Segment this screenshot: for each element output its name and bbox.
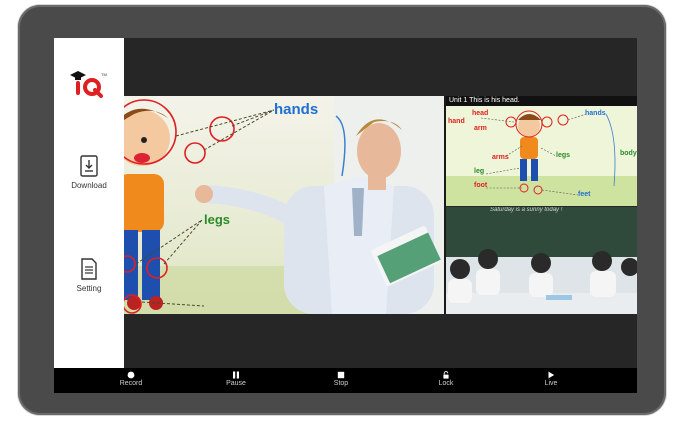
stop-label: Stop — [333, 380, 349, 387]
download-button[interactable]: Download — [54, 155, 124, 190]
download-label: Download — [71, 181, 107, 190]
teacher-video: hands legs — [124, 96, 444, 314]
setting-label: Setting — [76, 284, 102, 293]
stop-icon — [337, 371, 345, 379]
rlabel-hand: hand — [448, 118, 465, 125]
live-label: Live — [544, 380, 558, 387]
live-button[interactable]: Live — [521, 371, 581, 387]
record-label: Record — [119, 380, 143, 387]
pause-label: Pause — [226, 380, 246, 387]
control-bar: Record Pause Stop Lock Live — [54, 368, 637, 393]
rlabel-arms: arms — [492, 154, 509, 161]
label-legs: legs — [204, 212, 230, 227]
sidebar: TM Download Setting — [54, 38, 124, 368]
download-icon — [80, 155, 98, 177]
setting-button[interactable]: Setting — [54, 258, 124, 293]
lock-button[interactable]: Lock — [416, 371, 476, 387]
classroom-video: Saturday is a sunny today ! — [446, 207, 637, 314]
teacher-scene: hands legs — [124, 96, 444, 314]
screen: TM Download Setting hands legs Unit 1 Th… — [54, 38, 637, 393]
rlabel-legs: legs — [556, 152, 571, 159]
lock-icon — [443, 371, 449, 379]
textbook-slide: Unit 1 This is his head. head hand arm h… — [446, 96, 637, 206]
rlabel-hands: hands — [585, 110, 606, 117]
rlabel-arm: arm — [474, 125, 487, 132]
pause-icon — [233, 371, 239, 379]
iq-logo: TM — [70, 71, 107, 98]
lock-label: Lock — [438, 380, 454, 387]
rlabel-body: body — [620, 150, 637, 157]
pause-button[interactable]: Pause — [206, 371, 266, 387]
document-icon — [81, 258, 97, 280]
stop-button[interactable]: Stop — [311, 371, 371, 387]
unit-title: Unit 1 This is his head. — [446, 96, 637, 106]
play-icon — [548, 371, 555, 379]
tablet-frame: TM Download Setting hands legs Unit 1 Th… — [18, 5, 666, 415]
rlabel-leg: leg — [474, 168, 485, 175]
rlabel-feet: feet — [578, 191, 591, 198]
classroom-scene — [446, 207, 637, 314]
rlabel-foot: foot — [474, 182, 488, 189]
rlabel-head: head — [472, 110, 489, 117]
record-button[interactable]: Record — [101, 371, 161, 387]
tm-mark: TM — [101, 72, 107, 77]
video-stage: hands legs Unit 1 This is his head. head… — [124, 96, 637, 314]
chalkboard-text: Saturday is a sunny today ! — [490, 207, 563, 213]
label-hands: hands — [274, 101, 318, 118]
record-icon — [127, 371, 135, 379]
